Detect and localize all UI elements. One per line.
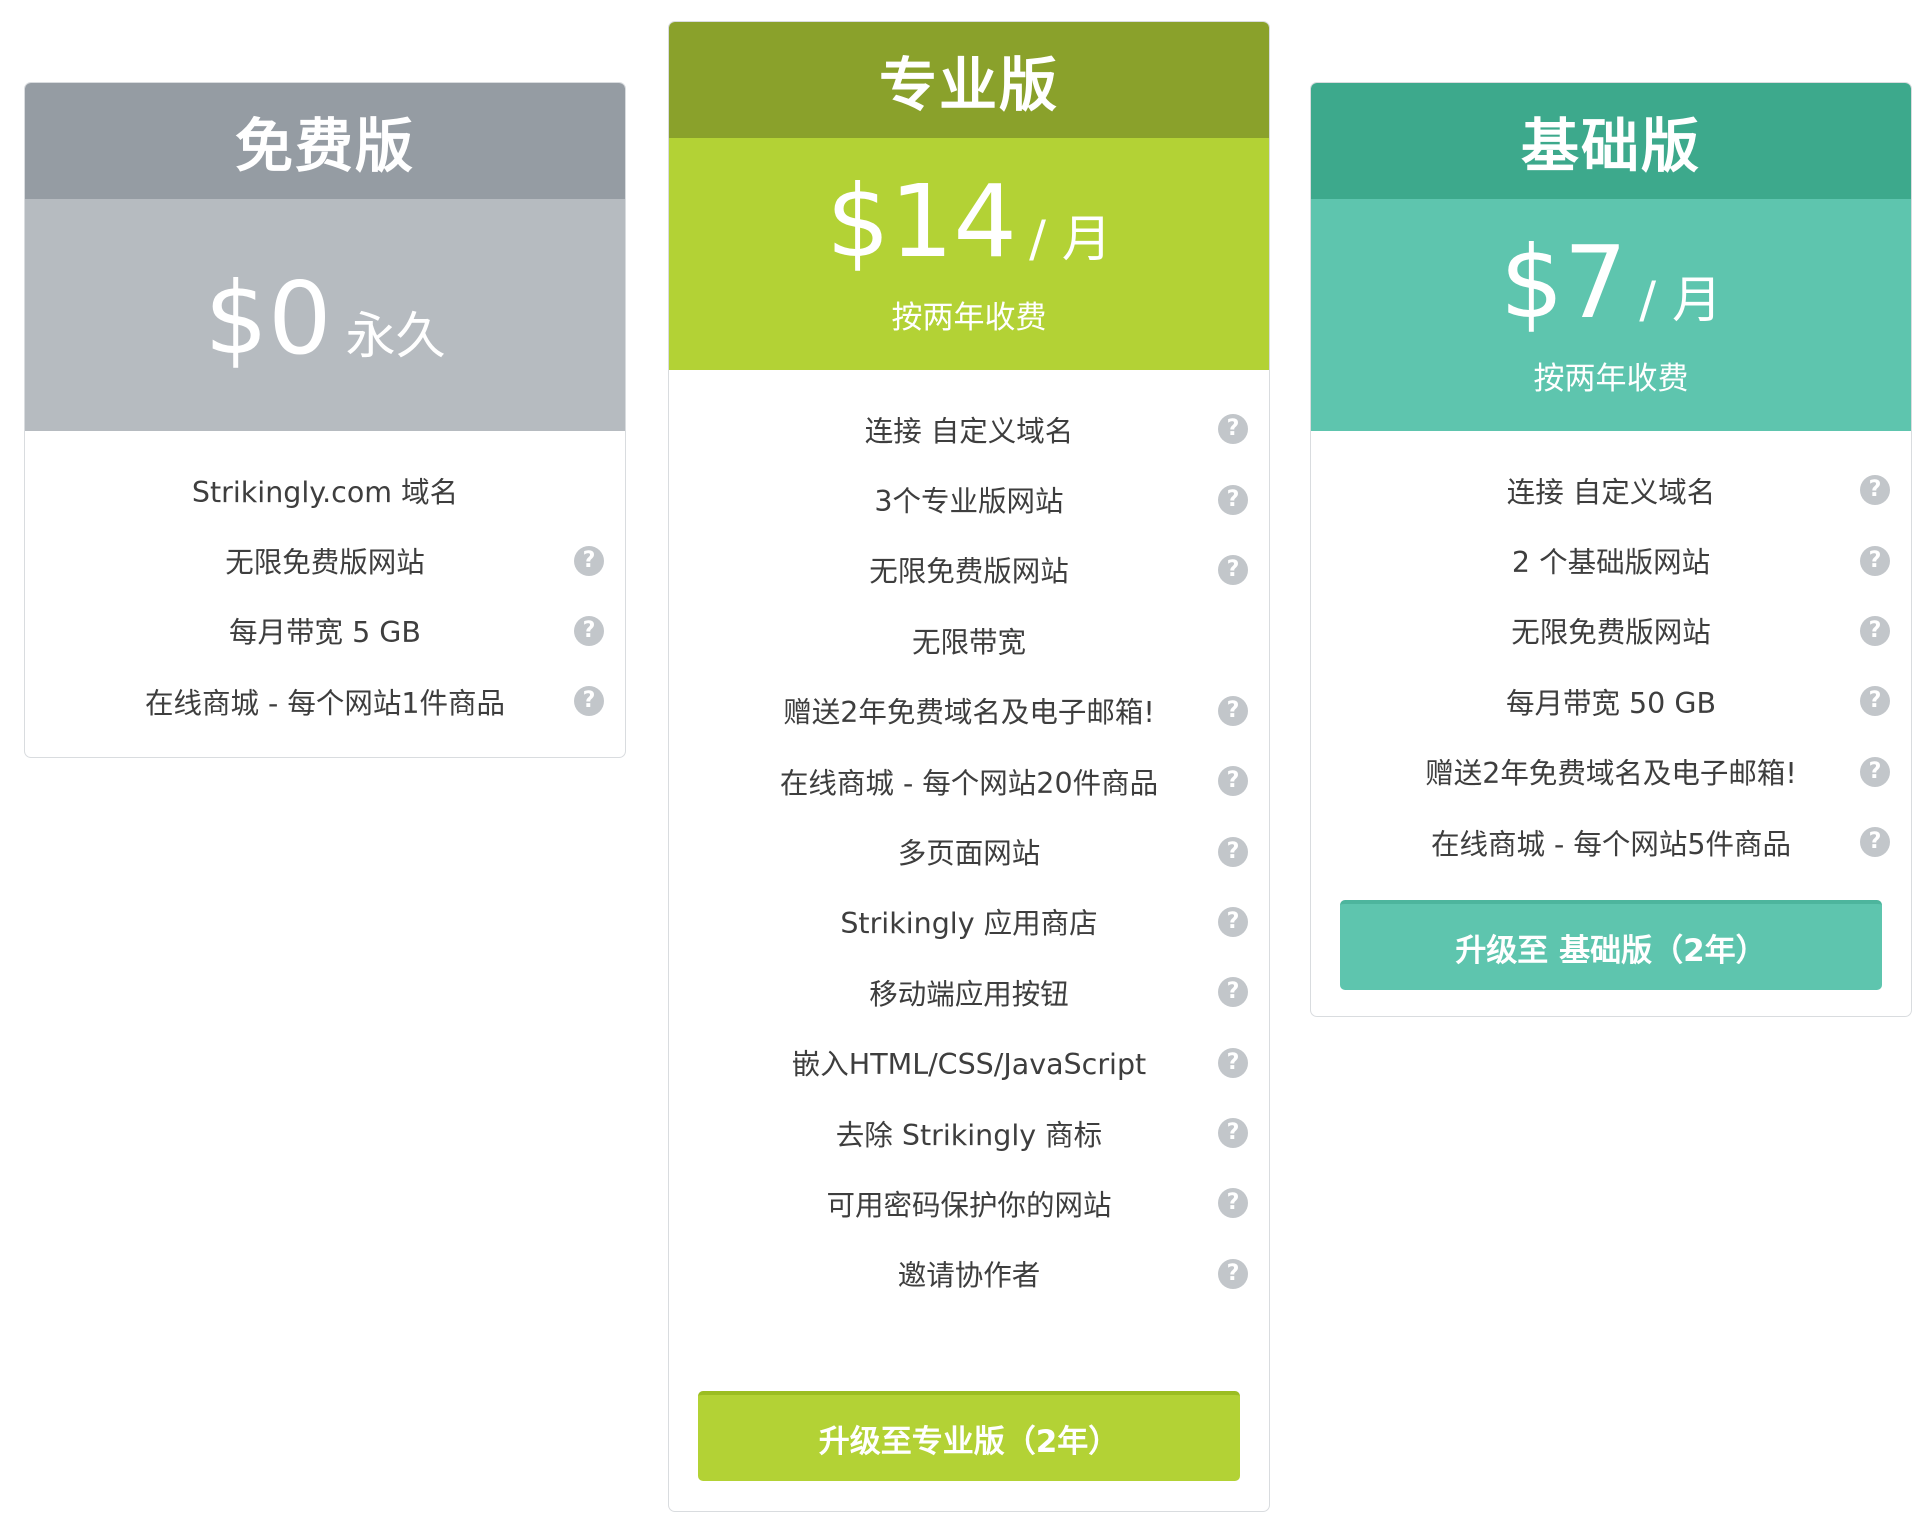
feature-item: 在线商城 - 每个网站20件商品? (669, 746, 1269, 816)
feature-label: 邀请协作者 (897, 1259, 1041, 1293)
feature-label: 无限带宽 (911, 625, 1026, 659)
question-circle-icon[interactable]: ? (1218, 695, 1248, 726)
feature-label: 2 个基础版网站 (1511, 546, 1711, 580)
question-circle-icon[interactable]: ? (1860, 615, 1890, 646)
feature-label: 每月带宽 5 GB (229, 616, 421, 650)
question-circle-icon[interactable]: ? (1218, 1118, 1248, 1149)
feature-label: 无限免费版网站 (1511, 616, 1711, 650)
feature-item: 3个专业版网站? (669, 464, 1269, 534)
feature-item: 移动端应用按钮? (669, 957, 1269, 1027)
feature-label: Strikingly 应用商店 (840, 907, 1098, 941)
feature-item: 每月带宽 50 GB? (1311, 666, 1911, 736)
price-line: $14 / 月 (826, 162, 1112, 280)
plan-card-basic: 基础版 $7 / 月 按两年收费 连接 自定义域名? 2 个基础版网站? 无限免费版… (1310, 82, 1912, 1017)
upgrade-basic-button[interactable]: 升级至 基础版（2年） (1340, 900, 1882, 990)
feature-label: 无限免费版网站 (869, 555, 1069, 589)
feature-label: 移动端应用按钮 (869, 977, 1069, 1011)
question-circle-icon[interactable]: ? (574, 545, 604, 576)
feature-list: 连接 自定义域名? 3个专业版网站? 无限免费版网站? 无限带宽 赠送2年免费域名及电子… (669, 370, 1269, 1309)
feature-item: 可用密码保护你的网站? (669, 1168, 1269, 1238)
question-circle-icon[interactable]: ? (1860, 827, 1890, 858)
feature-item: 多页面网站? (669, 816, 1269, 886)
feature-label: 无限免费版网站 (225, 546, 425, 580)
question-circle-icon[interactable]: ? (1218, 977, 1248, 1008)
feature-label: 连接 自定义域名 (1506, 475, 1716, 509)
price-unit: / 月 (1029, 209, 1112, 268)
plan-title: 免费版 (25, 83, 625, 199)
question-circle-icon[interactable]: ? (1218, 554, 1248, 585)
feature-item: Strikingly.com 域名 (25, 455, 625, 525)
feature-label: 去除 Strikingly 商标 (835, 1118, 1103, 1152)
feature-item: 无限免费版网站? (1311, 596, 1911, 666)
price-amount: $0 (204, 260, 332, 377)
feature-item: 在线商城 - 每个网站5件商品? (1311, 807, 1911, 877)
feature-item: 无限免费版网站? (669, 535, 1269, 605)
feature-label: Strikingly.com 域名 (191, 475, 459, 509)
feature-label: 嵌入HTML/CSS/JavaScript (791, 1048, 1147, 1082)
feature-item: 每月带宽 5 GB? (25, 596, 625, 666)
feature-label: 每月带宽 50 GB (1505, 686, 1717, 720)
feature-item: Strikingly 应用商店? (669, 887, 1269, 957)
feature-item: 连接 自定义域名? (669, 394, 1269, 464)
feature-item: 无限免费版网站? (25, 525, 625, 595)
question-circle-icon[interactable]: ? (1860, 686, 1890, 717)
price-unit: / 月 (1639, 270, 1722, 329)
upgrade-pro-button[interactable]: 升级至专业版（2年） (698, 1391, 1240, 1481)
question-circle-icon[interactable]: ? (1218, 484, 1248, 515)
feature-item: 赠送2年免费域名及电子邮箱!? (1311, 737, 1911, 807)
plan-price-panel: $14 / 月 按两年收费 (669, 138, 1269, 370)
feature-item: 连接 自定义域名? (1311, 455, 1911, 525)
price-line: $7 / 月 (1500, 223, 1722, 341)
feature-list: 连接 自定义域名? 2 个基础版网站? 无限免费版网站? 每月带宽 50 GB? 赠送2… (1311, 431, 1911, 877)
feature-item: 邀请协作者? (669, 1239, 1269, 1309)
billing-note: 按两年收费 (1533, 360, 1689, 397)
plan-price-panel: $0 永久 (25, 199, 625, 431)
price-amount: $14 (826, 162, 1018, 280)
plan-price-panel: $7 / 月 按两年收费 (1311, 199, 1911, 431)
question-circle-icon[interactable]: ? (574, 615, 604, 646)
question-circle-icon[interactable]: ? (1218, 906, 1248, 937)
feature-label: 在线商城 - 每个网站20件商品 (779, 766, 1159, 800)
question-circle-icon[interactable]: ? (1218, 1258, 1248, 1289)
plan-card-pro: 专业版 $14 / 月 按两年收费 连接 自定义域名? 3个专业版网站? 无限免费版… (668, 21, 1270, 1512)
feature-item: 去除 Strikingly 商标? (669, 1098, 1269, 1168)
feature-label: 3个专业版网站 (874, 485, 1064, 519)
question-circle-icon[interactable]: ? (1218, 766, 1248, 797)
feature-item: 在线商城 - 每个网站1件商品? (25, 666, 625, 736)
question-circle-icon[interactable]: ? (1860, 475, 1890, 506)
question-circle-icon[interactable]: ? (574, 686, 604, 717)
plan-card-free: 免费版 $0 永久 Strikingly.com 域名 无限免费版网站? 每月带宽 … (24, 82, 626, 758)
question-circle-icon[interactable]: ? (1218, 1047, 1248, 1078)
feature-label: 赠送2年免费域名及电子邮箱! (1425, 757, 1797, 791)
price-unit: 永久 (345, 307, 446, 365)
feature-label: 连接 自定义域名 (864, 414, 1074, 448)
billing-note: 按两年收费 (891, 299, 1047, 336)
question-circle-icon[interactable]: ? (1218, 1188, 1248, 1219)
feature-item: 嵌入HTML/CSS/JavaScript? (669, 1028, 1269, 1098)
feature-item: 赠送2年免费域名及电子邮箱!? (669, 676, 1269, 746)
plan-title: 基础版 (1311, 83, 1911, 199)
plan-title: 专业版 (669, 22, 1269, 138)
question-circle-icon[interactable]: ? (1860, 756, 1890, 787)
price-line: $0 永久 (204, 269, 445, 369)
price-amount: $7 (1500, 223, 1628, 341)
question-circle-icon[interactable]: ? (1218, 836, 1248, 867)
feature-label: 在线商城 - 每个网站5件商品 (1430, 827, 1792, 861)
feature-label: 多页面网站 (897, 837, 1041, 871)
feature-label: 在线商城 - 每个网站1件商品 (144, 686, 506, 720)
feature-label: 赠送2年免费域名及电子邮箱! (783, 696, 1155, 730)
feature-list: Strikingly.com 域名 无限免费版网站? 每月带宽 5 GB? 在线商城 … (25, 431, 625, 737)
feature-item: 无限带宽 (669, 605, 1269, 675)
feature-item: 2 个基础版网站? (1311, 525, 1911, 595)
feature-label: 可用密码保护你的网站 (826, 1188, 1112, 1222)
question-circle-icon[interactable]: ? (1860, 545, 1890, 576)
question-circle-icon[interactable]: ? (1218, 414, 1248, 445)
